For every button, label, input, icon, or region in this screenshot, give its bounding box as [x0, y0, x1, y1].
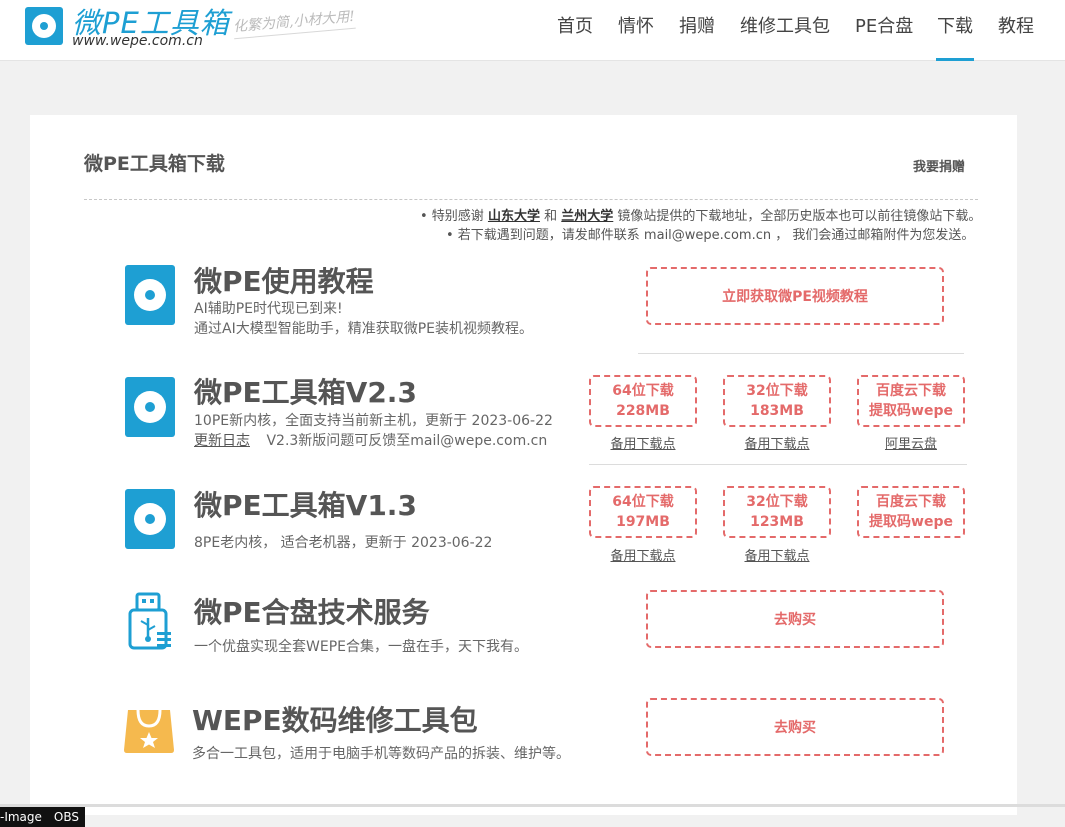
note-text: • 特别感谢 [420, 209, 484, 224]
v23-32bit-download-button[interactable]: 32位下载 183MB [723, 375, 831, 427]
extract-code: 提取码wepe [869, 514, 953, 530]
note-text: 镜像站提供的下载地址，全部历史版本也可以前往镜像站下载。 [617, 209, 982, 224]
v13-desc: 8PE老内核， 适合老机器，更新于 2023-06-22 [194, 535, 493, 551]
tutorial-desc-2: 通过AI大模型智能助手，精准获取微PE装机视频教程。 [194, 321, 533, 337]
v13-64bit-download-button[interactable]: 64位下载 197MB [589, 486, 697, 538]
get-video-tutorial-button[interactable]: 立即获取微PE视频教程 [646, 267, 944, 325]
slogan: 化繁为简,小材大用! [232, 5, 356, 40]
disc-icon [125, 265, 175, 325]
divider [589, 464, 967, 465]
repair-title: WEPE数码维修工具包 [192, 704, 478, 737]
tutorial-desc-1: AI辅助PE时代现已到来! [194, 301, 343, 317]
feedback-text: V2.3新版问题可反馈至mail@wepe.com.cn [266, 433, 548, 449]
top-header: 微PE工具箱 www.wepe.com.cn 化繁为简,小材大用! 首页 情怀 … [0, 0, 1065, 61]
v23-desc-2: 更新日志 V2.3新版问题可反馈至mail@wepe.com.cn [194, 430, 547, 450]
tutorial-title: 微PE使用教程 [194, 265, 374, 298]
button-label: 64位下载 [612, 383, 674, 399]
nav-pe-hepan[interactable]: PE合盘 [855, 12, 913, 38]
v23-aliyun-link[interactable]: 阿里云盘 [856, 433, 966, 452]
note-text: 和 [544, 209, 558, 224]
usb-drive-icon [128, 592, 171, 650]
v23-title: 微PE工具箱V2.3 [194, 376, 417, 409]
changelog-link[interactable]: 更新日志 [194, 433, 250, 449]
v23-32bit-mirror-link[interactable]: 备用下载点 [722, 433, 832, 452]
taskbar-item[interactable]: -Image [0, 810, 42, 824]
nav-donate[interactable]: 捐赠 [679, 12, 715, 38]
v23-baidu-download-button[interactable]: 百度云下载 提取码wepe [857, 375, 965, 427]
lzu-mirror-link[interactable]: 兰州大学 [561, 209, 613, 224]
donate-link[interactable]: 我要捐赠 [913, 156, 965, 175]
disc-icon [125, 377, 175, 437]
button-label: 百度云下载 [876, 494, 946, 510]
nav-home[interactable]: 首页 [557, 12, 593, 38]
button-size: 183MB [750, 403, 804, 419]
v13-32bit-download-button[interactable]: 32位下载 123MB [723, 486, 831, 538]
divider [84, 199, 978, 200]
bottom-border [0, 804, 1065, 807]
logo-disc-icon[interactable] [25, 7, 63, 45]
nav-feelings[interactable]: 情怀 [618, 12, 654, 38]
nav-repair-kit[interactable]: 维修工具包 [740, 12, 830, 38]
extract-code: 提取码wepe [869, 403, 953, 419]
disc-icon [125, 489, 175, 549]
button-label: 百度云下载 [876, 383, 946, 399]
hepan-title: 微PE合盘技术服务 [194, 596, 430, 629]
nav-download[interactable]: 下载 [936, 12, 974, 61]
button-label: 64位下载 [612, 494, 674, 510]
button-size: 228MB [616, 403, 670, 419]
v23-64bit-download-button[interactable]: 64位下载 228MB [589, 375, 697, 427]
nav-tutorial[interactable]: 教程 [998, 12, 1034, 38]
logo-url[interactable]: www.wepe.com.cn [72, 33, 203, 49]
hepan-buy-button[interactable]: 去购买 [646, 590, 944, 648]
repair-buy-button[interactable]: 去购买 [646, 698, 944, 756]
thanks-note: • 特别感谢 山东大学 和 兰州大学 镜像站提供的下载地址，全部历史版本也可以前… [420, 205, 981, 224]
sdu-mirror-link[interactable]: 山东大学 [488, 209, 540, 224]
v23-64bit-mirror-link[interactable]: 备用下载点 [588, 433, 698, 452]
hepan-desc: 一个优盘实现全套WEPE合集，一盘在手，天下我有。 [194, 639, 528, 655]
v13-32bit-mirror-link[interactable]: 备用下载点 [722, 545, 832, 564]
button-size: 197MB [616, 514, 670, 530]
button-label: 32位下载 [746, 494, 808, 510]
page-title: 微PE工具箱下载 [84, 153, 225, 175]
v13-64bit-mirror-link[interactable]: 备用下载点 [588, 545, 698, 564]
v23-desc: 10PE新内核，全面支持当前新主机，更新于 2023-06-22 [194, 413, 553, 429]
divider [638, 353, 964, 354]
taskbar: -Image OBS [0, 807, 85, 827]
button-label: 32位下载 [746, 383, 808, 399]
repair-desc: 多合一工具包，适用于电脑手机等数码产品的拆装、维护等。 [192, 746, 570, 762]
download-card: 微PE工具箱下载 我要捐赠 • 特别感谢 山东大学 和 兰州大学 镜像站提供的下… [30, 115, 1017, 815]
v13-baidu-download-button[interactable]: 百度云下载 提取码wepe [857, 486, 965, 538]
contact-note: • 若下载遇到问题，请发邮件联系 mail@wepe.com.cn ， 我们会通… [446, 228, 975, 243]
shopping-bag-icon [124, 709, 174, 753]
taskbar-item[interactable]: OBS [54, 810, 79, 824]
v13-title: 微PE工具箱V1.3 [194, 489, 417, 522]
button-size: 123MB [750, 514, 804, 530]
